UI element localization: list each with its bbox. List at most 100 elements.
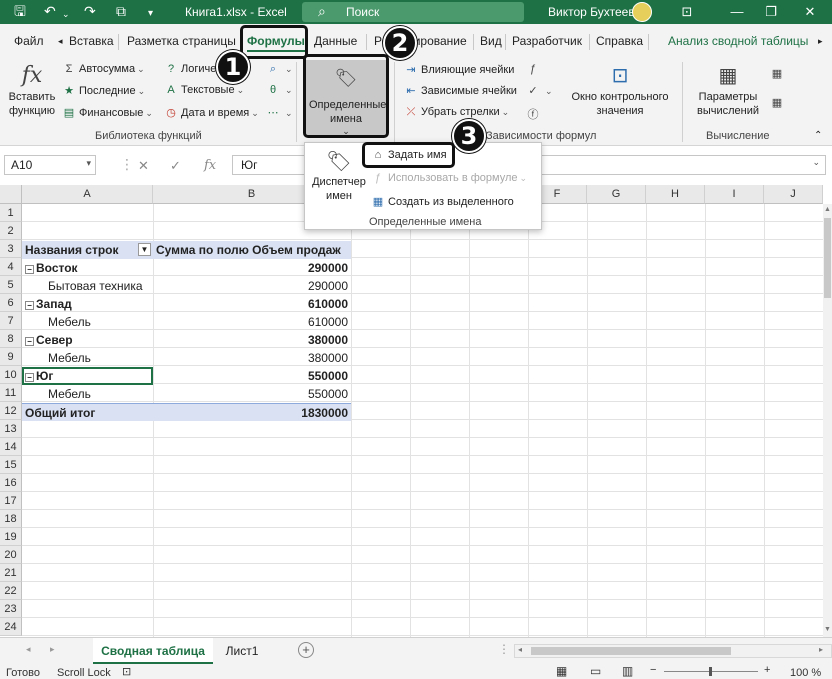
restore-button[interactable]: ❐ [756, 2, 786, 22]
minimize-button[interactable]: — [722, 2, 752, 22]
trace-dependents-button[interactable]: ⇤ Зависимые ячейки [404, 84, 517, 97]
ribbon-display-button[interactable]: ⊡ [672, 2, 702, 22]
calc-sheet-button[interactable]: ▦ [770, 96, 787, 109]
row-header[interactable]: 1 [0, 204, 22, 222]
remove-arrows-button[interactable]: ⤫ Убрать стрелки ⌄ [404, 106, 510, 119]
row-header[interactable]: 4 [0, 258, 22, 276]
column-header-i[interactable]: I [705, 185, 764, 204]
column-header-h[interactable]: H [646, 185, 705, 204]
pivot-row-label[interactable]: Мебель [22, 313, 153, 331]
pivot-row-label[interactable]: Мебель [22, 385, 153, 403]
scroll-thumb[interactable] [824, 218, 831, 298]
pivot-row-value[interactable]: 290000 [153, 259, 351, 277]
row-header[interactable]: 7 [0, 312, 22, 330]
column-header-g[interactable]: G [587, 185, 646, 204]
scroll-right-icon[interactable]: ▸ [819, 645, 823, 654]
add-sheet-icon[interactable]: + [298, 642, 314, 658]
avatar[interactable] [632, 2, 652, 22]
pivot-row-label[interactable]: Бытовая техника [22, 277, 153, 295]
tab-data[interactable]: Данные [314, 34, 357, 48]
pivot-row-value[interactable]: 610000 [153, 313, 351, 331]
use-in-formula-item[interactable]: ƒ Использовать в формуле ⌄ [371, 172, 527, 184]
select-all-corner[interactable] [0, 185, 22, 204]
zoom-level[interactable]: 100 % [790, 667, 821, 679]
save-icon[interactable]: 🖫 [14, 3, 26, 19]
row-header[interactable]: 23 [0, 600, 22, 618]
camera-icon[interactable]: ⧉ [116, 3, 126, 19]
row-header[interactable]: 2 [0, 222, 22, 240]
collapse-icon[interactable]: − [25, 337, 34, 346]
sheet-tab-list1[interactable]: Лист1 [213, 638, 271, 664]
next-sheet-icon[interactable]: ▸ [50, 644, 55, 655]
name-box[interactable]: A10 ▾ [4, 155, 96, 175]
row-header[interactable]: 6 [0, 294, 22, 312]
row-header[interactable]: 24 [0, 618, 22, 636]
row-header[interactable]: 10 [0, 366, 22, 384]
pivot-row-value[interactable]: 290000 [153, 277, 351, 295]
more-functions-button[interactable]: ⋯ ⌄ [266, 106, 293, 119]
expand-formula-icon[interactable]: ⌄ [812, 157, 820, 168]
sheet-tab-pivot[interactable]: Сводная таблица [93, 638, 213, 664]
pivot-header-sum[interactable]: Сумма по полю Объем продаж [153, 241, 351, 259]
tab-file[interactable]: Файл [14, 34, 44, 48]
row-header[interactable]: 13 [0, 420, 22, 438]
zoom-slider-thumb[interactable] [709, 667, 712, 676]
row-header[interactable]: 15 [0, 456, 22, 474]
tab-developer[interactable]: Разработчик [512, 34, 582, 48]
row-header[interactable]: 18 [0, 510, 22, 528]
prev-sheet-icon[interactable]: ◂ [26, 644, 31, 655]
collapse-icon[interactable]: − [25, 373, 34, 382]
split-handle-icon[interactable]: ⋮ [498, 642, 510, 656]
calc-options-button[interactable]: ▦ Параметры вычислений [688, 62, 768, 124]
row-header[interactable]: 14 [0, 438, 22, 456]
lookup-button[interactable]: ⌕ ⌄ [266, 63, 293, 76]
tab-help[interactable]: Справка [596, 34, 643, 48]
pivot-total-value[interactable]: 1830000 [153, 403, 351, 421]
scroll-left-icon[interactable]: ◂ [518, 645, 522, 654]
tabs-scroll-left-icon[interactable]: ◂ [58, 36, 63, 47]
macro-record-icon[interactable]: ⊡ [122, 665, 131, 678]
pivot-row-label[interactable]: − Север [22, 331, 153, 349]
row-header[interactable]: 19 [0, 528, 22, 546]
scroll-up-icon[interactable]: ▲ [824, 206, 831, 213]
horizontal-scrollbar[interactable]: ◂ ▸ [514, 644, 832, 658]
pivot-row-value[interactable]: 380000 [153, 331, 351, 349]
row-header[interactable]: 3 [0, 240, 22, 258]
undo-dropdown-icon[interactable]: ⌄ [62, 6, 70, 22]
name-manager-button[interactable]: 🏷 Диспетчер имен [309, 149, 369, 209]
row-header[interactable]: 9 [0, 348, 22, 366]
row-header[interactable]: 12 [0, 402, 22, 420]
column-header-j[interactable]: J [764, 185, 823, 204]
enter-icon[interactable]: ✓ [170, 158, 181, 174]
column-header-a[interactable]: A [22, 185, 153, 204]
zoom-out-icon[interactable]: − [650, 664, 656, 676]
insert-function-icon[interactable]: fx [204, 158, 216, 173]
zoom-in-icon[interactable]: + [764, 664, 770, 676]
pivot-row-label-selected[interactable]: − Юг [22, 367, 153, 385]
collapse-icon[interactable]: − [25, 301, 34, 310]
redo-icon[interactable]: ↷ [84, 3, 96, 19]
create-from-selection-item[interactable]: ▦ Создать из выделенного [371, 195, 514, 208]
row-header[interactable]: 5 [0, 276, 22, 294]
page-break-view-icon[interactable]: ▥ [622, 664, 633, 678]
cancel-icon[interactable]: ✕ [138, 158, 149, 174]
pivot-row-label[interactable]: − Восток [22, 259, 153, 277]
tab-pivot-analyze[interactable]: Анализ сводной таблицы [668, 34, 808, 48]
pivot-row-value[interactable]: 550000 [153, 367, 351, 385]
row-header[interactable]: 20 [0, 546, 22, 564]
tab-view[interactable]: Вид [480, 34, 502, 48]
autosum-button[interactable]: Σ Автосумма ⌄ [62, 63, 145, 75]
collapse-ribbon-icon[interactable]: ⌃ [814, 130, 822, 141]
pivot-row-value[interactable]: 380000 [153, 349, 351, 367]
row-header[interactable]: 16 [0, 474, 22, 492]
vertical-scrollbar[interactable]: ▲ ▼ [823, 204, 832, 637]
trace-precedents-button[interactable]: ⇥ Влияющие ячейки [404, 63, 514, 76]
pivot-total-label[interactable]: Общий итог [22, 403, 153, 421]
undo-icon[interactable]: ↶ [44, 3, 56, 19]
pivot-row-value[interactable]: 550000 [153, 385, 351, 403]
close-button[interactable]: ✕ [795, 2, 825, 22]
row-header[interactable]: 22 [0, 582, 22, 600]
recent-button[interactable]: ★ Последние ⌄ [62, 84, 145, 97]
row-header[interactable]: 8 [0, 330, 22, 348]
show-formulas-button[interactable]: ƒ [526, 63, 543, 75]
